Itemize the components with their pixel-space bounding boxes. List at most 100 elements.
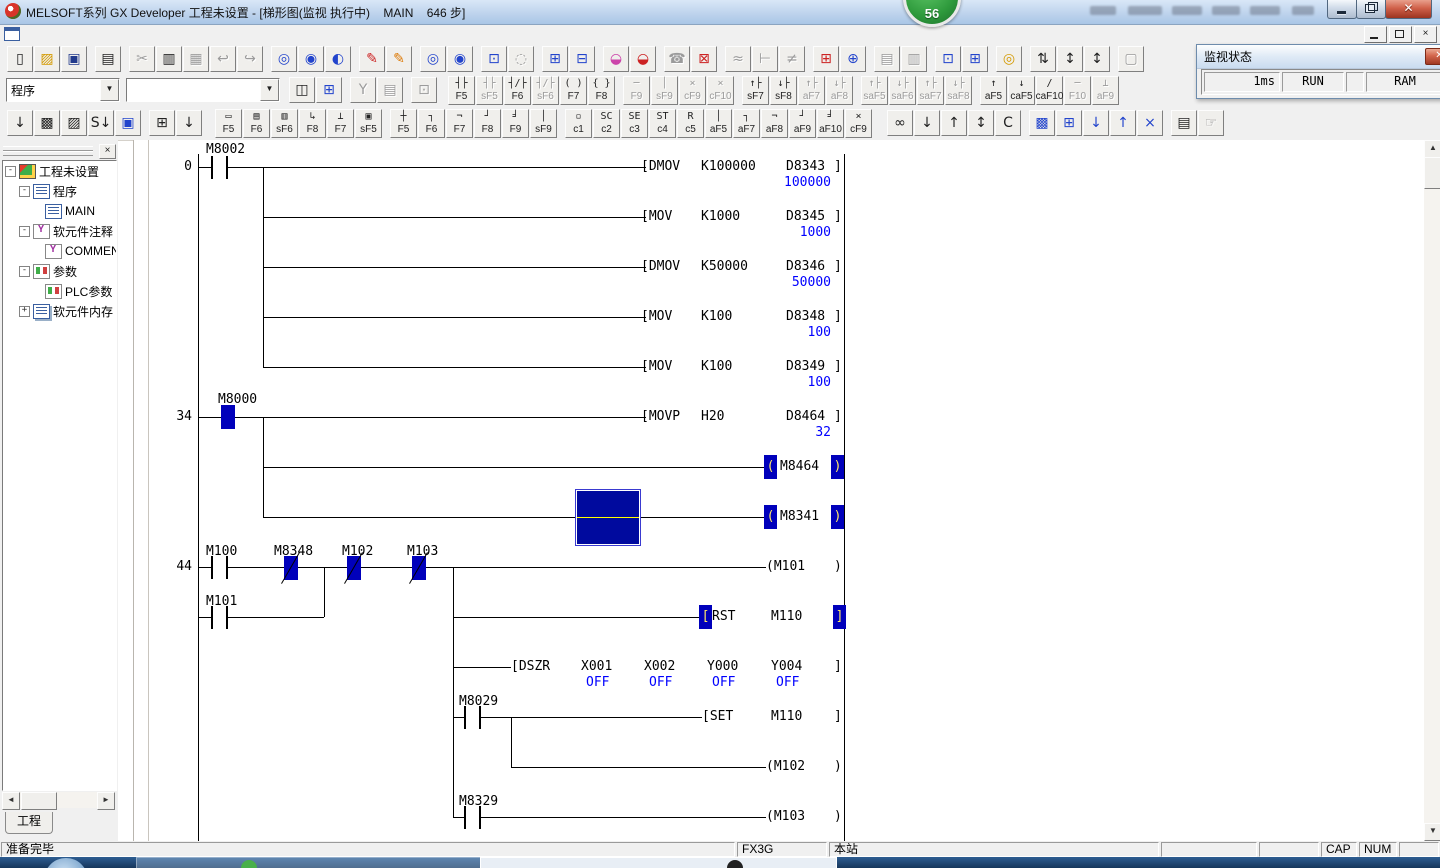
chevron-down-icon[interactable]: ▼ (100, 79, 119, 101)
collapse-icon[interactable] (19, 266, 30, 277)
tree-down-icon[interactable]: ↓ (176, 110, 202, 136)
rising-pulse-button[interactable]: ↑├sF7 (742, 76, 769, 105)
monitor-mode-icon[interactable]: ◒ (603, 46, 629, 72)
open-contact[interactable] (211, 556, 228, 579)
operand[interactable]: K100 (701, 359, 732, 375)
step-out-icon[interactable]: ≠ (779, 46, 805, 72)
tile-window-icon[interactable]: ⊞ (962, 46, 988, 72)
paste-icon[interactable]: ▦ (183, 46, 209, 72)
vline2-button[interactable]: │aF5 (705, 109, 732, 138)
result-rising-button[interactable]: ↑aF5 (980, 76, 1007, 105)
falling-pulse-branch-button[interactable]: ↓├aF8 (826, 76, 853, 105)
step-run-icon[interactable]: ≈ (725, 46, 751, 72)
corner2-tl-button[interactable]: ¬aF8 (761, 109, 788, 138)
select-box-button[interactable]: ▫c1 (565, 109, 592, 138)
remote-operation-icon[interactable]: ☎ (664, 46, 690, 72)
zoom-area-icon[interactable]: ◉ (447, 46, 473, 72)
cut-icon[interactable]: ✂ (129, 46, 155, 72)
sort-updown-icon[interactable]: ⇅ (1030, 46, 1056, 72)
tree-display-icon[interactable]: ⊞ (316, 77, 342, 103)
vline-button[interactable]: │sF9 (530, 109, 557, 138)
open-contact[interactable] (211, 156, 228, 179)
ground-button[interactable]: ⊥F7 (327, 109, 354, 138)
sort-branch-icon[interactable]: ↕ (1084, 46, 1110, 72)
tree-item-device-comment[interactable]: 软元件注释 (3, 221, 116, 241)
scan-time-icon[interactable]: ⊕ (840, 46, 866, 72)
se-button[interactable]: SEc3 (621, 109, 648, 138)
window-layers-icon[interactable]: ⊞ (1056, 110, 1082, 136)
statement-icon[interactable]: ↓ (7, 110, 33, 136)
label-display-icon[interactable]: Y (350, 77, 376, 103)
ladder-editor[interactable]: 0 34 44 M8002 DMOV K100000 D8343 100000 … (133, 140, 1425, 841)
open-contact[interactable] (211, 606, 228, 629)
r-button[interactable]: Rc5 (677, 109, 704, 138)
copy-icon[interactable]: ▥ (156, 46, 182, 72)
delete-data-icon[interactable]: ⊠ (691, 46, 717, 72)
operand[interactable]: D8349 (786, 359, 825, 375)
menu-item[interactable] (54, 32, 68, 36)
operand[interactable]: Y000 (707, 659, 738, 675)
menu-item[interactable] (26, 32, 40, 36)
open-contact-button[interactable]: ┤├F5 (448, 76, 475, 105)
pan-hand-icon[interactable]: ☞ (1198, 110, 1224, 136)
project-data-list-icon[interactable]: ⊟ (569, 46, 595, 72)
start-orb[interactable] (44, 858, 88, 868)
row-delete-button[interactable]: ▥sF6 (271, 109, 298, 138)
delete-x-button[interactable]: ×cF9 (845, 109, 872, 138)
mdi-close-button[interactable]: × (1414, 26, 1437, 43)
corner2-br-button[interactable]: ┘aF9 (789, 109, 816, 138)
undo-icon[interactable]: ↩ (210, 46, 236, 72)
minimize-button[interactable] (1327, 0, 1357, 19)
chevron-down-icon[interactable]: ▼ (260, 79, 279, 101)
note-icon[interactable]: ▩ (34, 110, 60, 136)
step-no-icon[interactable]: S↓ (88, 110, 114, 136)
open-branch-button[interactable]: ┤├sF5 (476, 76, 503, 105)
find-result-icon[interactable]: ◎ (996, 46, 1022, 72)
cascade-window-icon[interactable]: ⊡ (935, 46, 961, 72)
tree-item-comment[interactable]: COMMENT (3, 241, 116, 261)
instruction[interactable]: MOV (641, 209, 672, 225)
coil[interactable]: M103 (766, 809, 805, 825)
horizontal-line-button[interactable]: ─F9 (623, 76, 650, 105)
closed-branch-button[interactable]: ┤/├sF6 (532, 76, 559, 105)
program-select[interactable]: 程序 ▼ (6, 78, 120, 102)
device-monitor-icon[interactable]: ▢ (1118, 46, 1144, 72)
operand[interactable]: D8346 (786, 259, 825, 275)
tree-item-program[interactable]: 程序 (3, 181, 116, 201)
vertical-scrollbar[interactable]: ▲ ▼ (1424, 140, 1440, 841)
device-select[interactable]: ▼ (126, 78, 280, 102)
energized-closed-contact[interactable] (412, 556, 426, 580)
taskbar-button[interactable] (136, 857, 482, 868)
wire-check-button[interactable]: ⊥aF9 (1092, 76, 1119, 105)
energized-coil-open[interactable]: ( (764, 505, 777, 529)
scroll-up-icon[interactable]: ▲ (1424, 140, 1440, 158)
double-line2-button[interactable]: ╛aF10 (817, 109, 844, 138)
io-system-icon[interactable]: ⊞ (813, 46, 839, 72)
result-falling-button[interactable]: ↓caF5 (1008, 76, 1035, 105)
operand[interactable]: K1000 (701, 209, 740, 225)
operand[interactable]: H20 (701, 409, 724, 425)
device-register-icon[interactable]: ✎ (386, 46, 412, 72)
menu-item[interactable] (124, 32, 138, 36)
jump-step-icon[interactable]: ↕ (968, 110, 994, 136)
rising-closed-branch-button[interactable]: ↑├saF7 (917, 76, 944, 105)
corner-tr-button[interactable]: ┐F6 (418, 109, 445, 138)
zoom-in-icon[interactable]: ◎ (420, 46, 446, 72)
coil[interactable]: M102 (766, 759, 805, 775)
find-device-icon[interactable]: ◉ (298, 46, 324, 72)
falling-closed-branch-button[interactable]: ↓├saF8 (945, 76, 972, 105)
new-project-icon[interactable]: ▯ (7, 46, 33, 72)
title-bar[interactable]: MELSOFT系列 GX Developer 工程未设置 - [梯形图(监视 执… (0, 0, 1440, 25)
energized-coil-open[interactable]: ( (764, 455, 777, 479)
coil-button[interactable]: ( )F7 (560, 76, 587, 105)
coil-label[interactable]: M8464 (780, 459, 819, 475)
sampling-trace-icon[interactable]: ▥ (901, 46, 927, 72)
find-string-icon[interactable]: ◐ (325, 46, 351, 72)
entry-monitor-icon[interactable]: ▤ (874, 46, 900, 72)
scroll-right-icon[interactable]: ► (97, 792, 115, 810)
falling-pulse-closed-button[interactable]: ↓├saF6 (889, 76, 916, 105)
open-project-icon[interactable]: ▨ (34, 46, 60, 72)
operand[interactable]: X002 (644, 659, 675, 675)
ladder-window-icon[interactable]: ⊡ (481, 46, 507, 72)
open-contact[interactable] (464, 806, 481, 829)
